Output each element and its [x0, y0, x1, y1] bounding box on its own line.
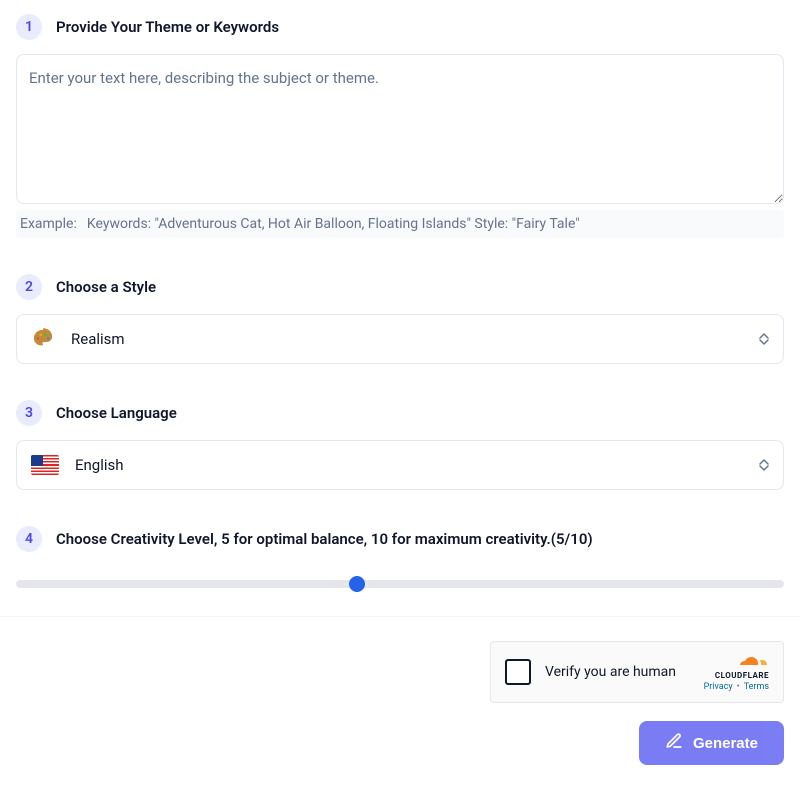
creativity-slider[interactable] — [16, 580, 784, 588]
example-label: Example: — [20, 216, 77, 232]
edit-icon — [665, 732, 683, 754]
captcha-links: Privacy • Terms — [704, 682, 769, 692]
step-title: Choose Language — [56, 404, 177, 422]
step-language: 3 Choose Language English — [16, 400, 784, 490]
step-header: 2 Choose a Style — [16, 274, 784, 300]
palette-icon — [31, 327, 55, 351]
captcha-checkbox[interactable] — [505, 659, 531, 685]
captcha-label: Verify you are human — [545, 664, 690, 680]
step-number-badge: 1 — [16, 14, 42, 40]
captcha-brand: CLOUDFLARE Privacy • Terms — [704, 653, 769, 692]
step-title: Choose Creativity Level, 5 for optimal b… — [56, 530, 593, 548]
captcha-terms-link[interactable]: Terms — [744, 682, 769, 692]
dot-separator: • — [737, 682, 740, 692]
slider-track — [16, 580, 784, 588]
step-style: 2 Choose a Style Realism — [16, 274, 784, 364]
divider — [0, 616, 800, 617]
step-number-badge: 4 — [16, 526, 42, 552]
slider-thumb[interactable] — [349, 576, 365, 592]
language-selected-value: English — [75, 456, 743, 474]
generate-button-label: Generate — [693, 735, 758, 752]
step-creativity: 4 Choose Creativity Level, 5 for optimal… — [16, 526, 784, 588]
example-row: Example: Keywords: "Adventurous Cat, Hot… — [16, 210, 784, 238]
step-title: Provide Your Theme or Keywords — [56, 18, 279, 36]
step-header: 1 Provide Your Theme or Keywords — [16, 14, 784, 40]
captcha-brand-text: CLOUDFLARE — [715, 671, 769, 680]
step-header: 3 Choose Language — [16, 400, 784, 426]
generate-button[interactable]: Generate — [639, 721, 784, 765]
generate-row: Generate — [16, 721, 784, 765]
chevron-up-down-icon — [759, 333, 769, 345]
captcha-row: Verify you are human CLOUDFLARE Privacy … — [16, 641, 784, 703]
step-theme: 1 Provide Your Theme or Keywords Example… — [16, 14, 784, 238]
step-number-badge: 2 — [16, 274, 42, 300]
step-title: Choose a Style — [56, 278, 156, 296]
language-select[interactable]: English — [16, 440, 784, 490]
cloudflare-logo-icon — [735, 653, 769, 669]
style-selected-value: Realism — [71, 330, 743, 348]
style-select[interactable]: Realism — [16, 314, 784, 364]
flag-us-icon — [31, 455, 59, 475]
captcha-privacy-link[interactable]: Privacy — [704, 682, 733, 692]
step-header: 4 Choose Creativity Level, 5 for optimal… — [16, 526, 784, 552]
captcha-widget[interactable]: Verify you are human CLOUDFLARE Privacy … — [490, 641, 784, 703]
example-text: Keywords: "Adventurous Cat, Hot Air Ball… — [87, 216, 580, 232]
step-number-badge: 3 — [16, 400, 42, 426]
theme-input[interactable] — [16, 54, 784, 204]
chevron-up-down-icon — [759, 459, 769, 471]
